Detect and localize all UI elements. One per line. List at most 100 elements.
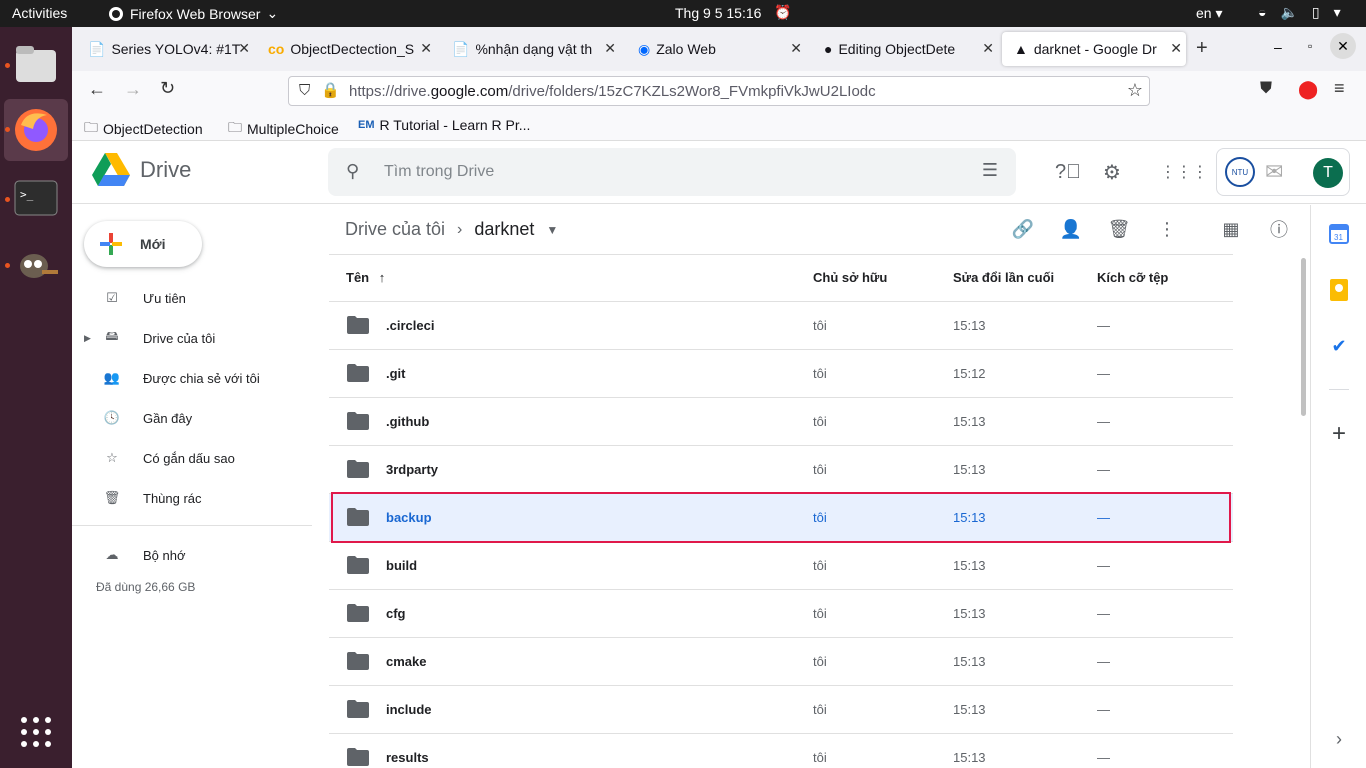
table-row[interactable]: .github tôi 15:13 — bbox=[329, 398, 1233, 446]
file-size: — bbox=[1097, 462, 1110, 477]
close-icon[interactable]: ✕ bbox=[1170, 40, 1182, 57]
menu-icon[interactable]: ≡ bbox=[1334, 78, 1345, 99]
minimize-icon[interactable]: – bbox=[1274, 39, 1282, 55]
language-indicator[interactable]: en ▾ bbox=[1196, 5, 1223, 22]
back-icon[interactable]: ← bbox=[88, 79, 106, 100]
grid-view-icon[interactable]: ▦ bbox=[1207, 217, 1255, 241]
terminal-app-icon[interactable]: >_ bbox=[4, 167, 68, 229]
file-owner: tôi bbox=[813, 750, 827, 765]
show-apps-icon[interactable] bbox=[4, 701, 68, 763]
url-domain: google.com bbox=[430, 82, 509, 100]
reload-icon[interactable]: ↻ bbox=[160, 78, 175, 99]
close-icon[interactable]: ✕ bbox=[982, 40, 994, 57]
account-area[interactable]: NTU ✉ T bbox=[1216, 148, 1350, 196]
trash-icon[interactable]: 🗑 bbox=[1095, 217, 1143, 241]
files-app-icon[interactable] bbox=[4, 33, 68, 95]
sort-up-arrow-icon[interactable]: ↑ bbox=[379, 270, 386, 285]
close-icon[interactable]: ✕ bbox=[238, 40, 250, 57]
tab-darknet-drive[interactable]: ▲ darknet - Google Dr ✕ bbox=[1002, 32, 1186, 66]
more-vert-icon[interactable]: ⋮ bbox=[1143, 217, 1191, 241]
sidebar-item-shared[interactable]: 👥 Được chia sẻ với tôi bbox=[72, 358, 312, 398]
help-icon[interactable]: ?⃝ bbox=[1055, 159, 1081, 185]
breadcrumb-root[interactable]: Drive của tôi bbox=[345, 219, 445, 240]
file-name: .git bbox=[386, 366, 406, 381]
app-menu[interactable]: Firefox Web Browser ⌄ bbox=[108, 5, 278, 22]
drive-logo[interactable]: Drive bbox=[92, 153, 191, 187]
info-icon[interactable]: ⓘ bbox=[1255, 217, 1303, 241]
sidebar-item-priority[interactable]: ☑ Ưu tiên bbox=[72, 278, 312, 318]
table-row[interactable]: .circleci tôi 15:13 — bbox=[329, 302, 1233, 350]
file-modified: 15:13 bbox=[953, 318, 986, 333]
table-row[interactable]: build tôi 15:13 — bbox=[329, 542, 1233, 590]
bookmark-multiplechoice[interactable]: 🗀 MultipleChoice bbox=[228, 117, 339, 141]
scrollbar[interactable] bbox=[1301, 258, 1306, 416]
chevron-down-icon[interactable]: ▼ bbox=[546, 223, 558, 237]
close-icon[interactable]: ✕ bbox=[604, 40, 616, 57]
sidebar-item-recent[interactable]: 🕓 Gần đây bbox=[72, 398, 312, 438]
sidebar-item-my-drive[interactable]: ▶ 🖴 Drive của tôi bbox=[72, 318, 312, 358]
table-row[interactable]: 3rdparty tôi 15:13 — bbox=[329, 446, 1233, 494]
new-tab-icon[interactable]: + bbox=[1196, 37, 1208, 60]
close-window-icon[interactable]: ✕ bbox=[1330, 33, 1356, 59]
close-icon[interactable]: ✕ bbox=[420, 40, 432, 57]
table-row[interactable]: cfg tôi 15:13 — bbox=[329, 590, 1233, 638]
tab-nhan-dang[interactable]: 📄 %nhận dạng vật th ✕ bbox=[440, 32, 620, 66]
table-row[interactable]: results tôi 15:13 — bbox=[329, 734, 1233, 768]
bookmark-r-tutorial[interactable]: EM R Tutorial - Learn R Pr... bbox=[358, 117, 530, 133]
clock[interactable]: Thg 9 5 15:16 bbox=[675, 5, 761, 21]
link-icon[interactable]: 🔗 bbox=[999, 217, 1047, 241]
file-name: 3rdparty bbox=[386, 462, 439, 477]
avatar[interactable]: T bbox=[1313, 158, 1343, 188]
column-name[interactable]: Tên ↑ bbox=[346, 270, 385, 285]
activities-button[interactable]: Activities bbox=[12, 5, 67, 21]
sidebar-item-storage[interactable]: ☁ Bộ nhớ bbox=[72, 535, 312, 575]
tab-series-yolov4[interactable]: 📄 Series YOLOv4: #1T ✕ bbox=[76, 32, 254, 66]
volume-icon: 🔈 bbox=[1280, 4, 1298, 20]
table-row[interactable]: cmake tôi 15:13 — bbox=[329, 638, 1233, 686]
forward-icon[interactable]: → bbox=[124, 79, 142, 100]
add-person-icon[interactable]: 👤 bbox=[1047, 217, 1095, 241]
tab-objectdetection-colab[interactable]: co ObjectDectection_S ✕ bbox=[256, 32, 436, 66]
column-owner[interactable]: Chủ sở hữu bbox=[813, 270, 887, 285]
storage-used: Đã dùng 26,66 GB bbox=[96, 580, 196, 594]
pocket-icon[interactable]: ⛊ bbox=[1260, 80, 1272, 98]
gear-icon[interactable]: ⚙ bbox=[1099, 159, 1125, 185]
column-size[interactable]: Kích cỡ tệp bbox=[1097, 270, 1168, 285]
system-tray[interactable]: ◒ 🔈 ▯ ▾ bbox=[1258, 4, 1341, 21]
gimp-app-icon[interactable] bbox=[4, 233, 68, 295]
calendar-icon[interactable]: 31 bbox=[1327, 222, 1351, 246]
drive-search-input[interactable]: ⚲ Tìm trong Drive ☰ bbox=[328, 148, 1016, 196]
firefox-dock-icon[interactable] bbox=[4, 99, 68, 161]
sidebar-item-trash[interactable]: 🗑 Thùng rác bbox=[72, 478, 312, 518]
table-row-selected[interactable]: backup tôi 15:13 — bbox=[329, 494, 1233, 542]
star-icon[interactable]: ☆ bbox=[1127, 80, 1143, 101]
folder-icon bbox=[347, 316, 369, 337]
chevron-right-icon[interactable]: › bbox=[1327, 727, 1351, 751]
keep-icon[interactable] bbox=[1327, 278, 1351, 302]
breadcrumb-current[interactable]: darknet bbox=[474, 219, 534, 240]
language-label: en bbox=[1196, 5, 1212, 21]
file-owner: tôi bbox=[813, 366, 827, 381]
search-options-icon[interactable]: ☰ bbox=[982, 160, 998, 181]
table-row[interactable]: include tôi 15:13 — bbox=[329, 686, 1233, 734]
new-button[interactable]: Mới bbox=[84, 221, 202, 267]
tab-zalo-web[interactable]: ◉ Zalo Web ✕ bbox=[626, 32, 806, 66]
expand-arrow-icon[interactable]: ▶ bbox=[84, 333, 91, 344]
tab-editing-objectdetection[interactable]: ● Editing ObjectDete ✕ bbox=[812, 32, 998, 66]
close-icon[interactable]: ✕ bbox=[790, 40, 802, 57]
tasks-icon[interactable]: ✔ bbox=[1327, 334, 1351, 358]
extension-icon[interactable]: ⬤ bbox=[1298, 79, 1318, 100]
sidebar-item-starred[interactable]: ☆ Có gắn dấu sao bbox=[72, 438, 312, 478]
github-icon: ● bbox=[824, 41, 833, 57]
file-modified: 15:13 bbox=[953, 702, 986, 717]
column-modified[interactable]: Sửa đổi lần cuối bbox=[953, 270, 1054, 285]
url-bar[interactable]: ⛉ 🔒 https://drive. google.com/drive/folde… bbox=[288, 76, 1150, 106]
file-size: — bbox=[1097, 510, 1110, 525]
maximize-icon[interactable]: ▫ bbox=[1308, 39, 1312, 53]
url-path: /drive/folders/15zC7KZLs2Wor8_FVmkpfiVkJ… bbox=[508, 82, 876, 100]
table-row[interactable]: .git tôi 15:12 — bbox=[329, 350, 1233, 398]
running-indicator bbox=[5, 263, 10, 268]
add-addon-icon[interactable]: + bbox=[1327, 420, 1351, 447]
apps-grid-icon[interactable]: ⋮⋮⋮ bbox=[1160, 159, 1208, 185]
bookmark-objectdetection[interactable]: 🗀 ObjectDetection bbox=[84, 117, 203, 141]
